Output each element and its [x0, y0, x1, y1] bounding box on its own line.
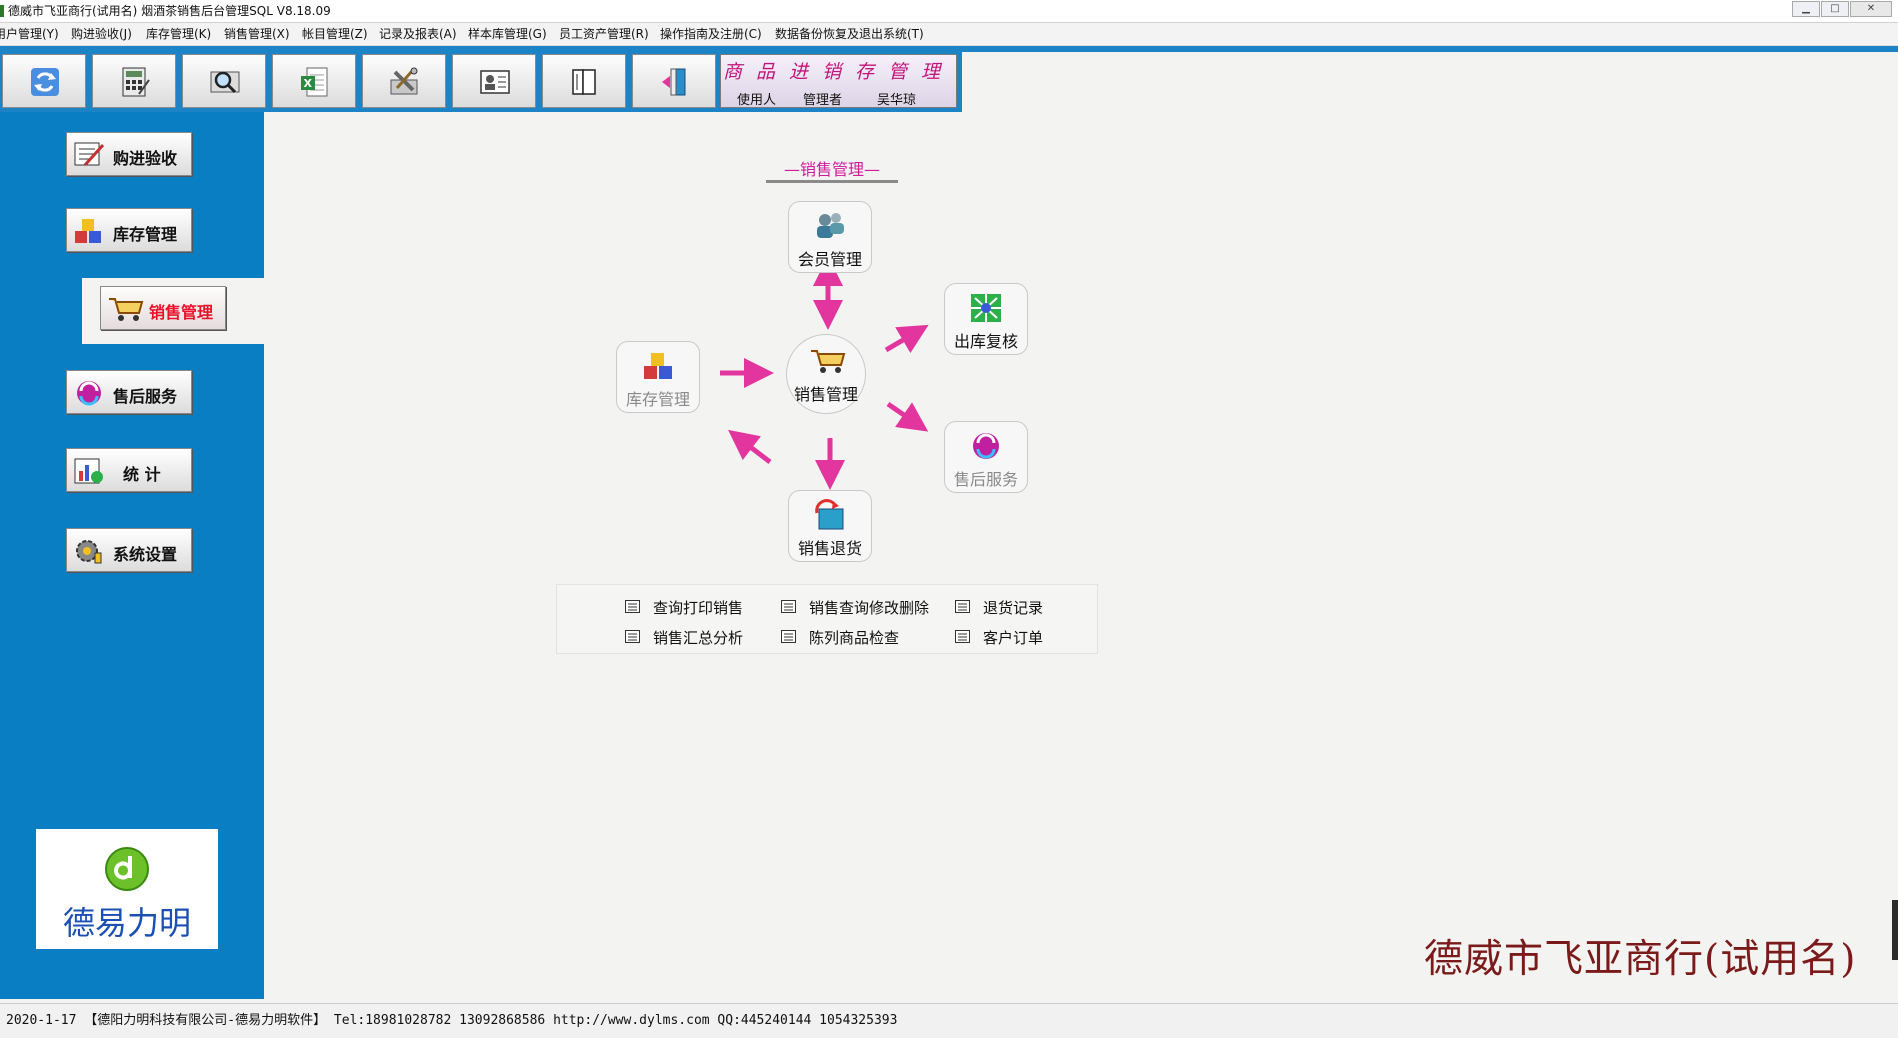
arrow-sales-to-after-sales: [886, 401, 929, 432]
arrow-returns-to-inventory: [728, 429, 772, 464]
quick-links-panel: 查询打印销售 销售查询修改删除 退货记录 销售汇总分析 陈列商品检查 客户订单: [556, 584, 1098, 654]
report-icon: [781, 600, 796, 613]
flow-arrows: [720, 256, 929, 490]
company-name: 德威市飞亚商行(试用名): [1424, 937, 1857, 982]
report-icon: [625, 630, 640, 643]
status-bar: 2020-1-17 【德阳力明科技有限公司-德易力明软件】 Tel:189810…: [0, 1003, 1898, 1038]
shopping-cart-icon: [811, 350, 846, 373]
node-after-sales[interactable]: 售后服务: [944, 421, 1028, 493]
members-icon: [817, 213, 844, 238]
returns-icon: [815, 499, 844, 530]
report-icon: [955, 600, 970, 613]
outbound-check-icon: [971, 294, 1001, 322]
report-icon: [955, 630, 970, 643]
arrow-sales-to-outbound: [884, 324, 929, 354]
node-sales-returns[interactable]: 销售退货: [788, 490, 872, 562]
node-sales-label: 销售管理: [793, 385, 858, 404]
scroll-edge: [1892, 900, 1898, 960]
report-icon: [625, 600, 640, 613]
node-member-label: 会员管理: [797, 250, 862, 269]
node-outbound-check[interactable]: 出库复核: [944, 283, 1028, 355]
node-after-sales-label: 售后服务: [953, 470, 1018, 489]
report-icon: [781, 630, 796, 643]
node-inventory-management[interactable]: 库存管理: [616, 341, 700, 413]
node-outbound-label: 出库复核: [953, 332, 1018, 351]
status-text: 2020-1-17 【德阳力明科技有限公司-德易力明软件】 Tel:189810…: [6, 1013, 898, 1028]
node-sales-management[interactable]: 销售管理: [786, 334, 866, 414]
node-member-management[interactable]: 会员管理: [788, 201, 872, 273]
inventory-cubes-icon: [644, 353, 672, 379]
node-returns-label: 销售退货: [797, 539, 862, 558]
after-sales-icon: [973, 433, 999, 459]
node-inventory-label: 库存管理: [625, 390, 690, 409]
